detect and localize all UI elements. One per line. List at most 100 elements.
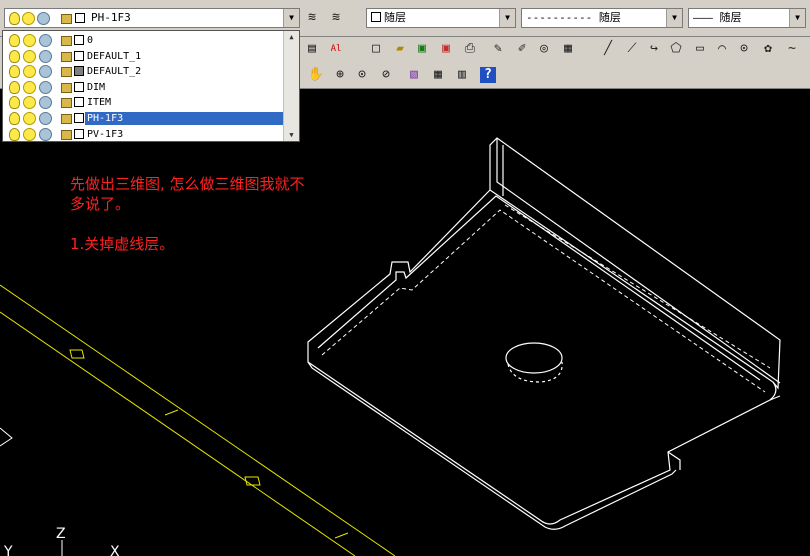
lightbulb-icon: [9, 34, 20, 47]
open-icon[interactable]: ▰: [390, 39, 410, 59]
layer-name: PH-1F3: [84, 111, 286, 126]
sun-icon: [23, 127, 36, 141]
spline-icon[interactable]: ∼: [782, 39, 802, 59]
linetype-sample: ----------: [526, 11, 593, 24]
lightbulb-icon: [9, 80, 20, 94]
globe-icon: [39, 112, 52, 125]
layer-color-swatch: [74, 50, 84, 61]
chevron-down-icon[interactable]: ▼: [283, 9, 299, 27]
zoom-window-icon[interactable]: ⊙: [352, 65, 372, 85]
layer-name: DEFAULT_1: [87, 50, 142, 62]
zoom-previous-icon[interactable]: ⊘: [376, 65, 396, 85]
help-icon[interactable]: ?: [480, 67, 496, 83]
layer-row[interactable]: PH-1F3: [3, 111, 286, 126]
all-dim-icon[interactable]: Al: [326, 39, 346, 59]
sun-icon: [23, 49, 36, 63]
save-as-icon[interactable]: ▣: [436, 39, 456, 59]
layer-row[interactable]: ITEM: [3, 95, 285, 110]
scroll-down-icon[interactable]: ▼: [284, 129, 299, 141]
polyline-icon[interactable]: ↪: [644, 39, 664, 59]
yellow-rail: [0, 284, 396, 556]
brush-icon[interactable]: ✎: [488, 39, 508, 59]
layer-color-swatch: [74, 128, 84, 139]
lock-icon: [61, 114, 72, 124]
print-icon[interactable]: ⎙: [460, 39, 480, 59]
zoom-realtime-icon[interactable]: ⊕: [330, 65, 350, 85]
design-center-icon[interactable]: ▦: [428, 65, 448, 85]
chevron-down-icon[interactable]: ▼: [789, 9, 805, 27]
dimension-style-icon[interactable]: ▤: [302, 39, 322, 59]
lightbulb-icon: [9, 96, 20, 110]
layer-name: DIM: [87, 81, 106, 93]
scroll-up-icon[interactable]: ▲: [284, 31, 299, 43]
pan-icon[interactable]: ✋: [306, 65, 326, 85]
lineweight-sample: ———: [693, 11, 713, 24]
lightbulb-icon: [9, 65, 20, 79]
rectangle-icon[interactable]: ▭: [690, 39, 710, 59]
line-icon[interactable]: ╱: [598, 39, 618, 59]
layer-dropdown-list[interactable]: 0 DEFAULT_1 DEFAULT_2 DIM ITEM PH-1F3 PV-1F3 ▲…: [2, 30, 300, 142]
layer-color-swatch: [74, 35, 84, 45]
polygon-icon[interactable]: ⬠: [666, 39, 686, 59]
layer-row[interactable]: 0: [3, 33, 285, 48]
lightbulb-icon: [9, 127, 20, 141]
globe-icon: [39, 65, 52, 79]
lock-icon: [61, 51, 72, 62]
lineweight-value: 随层: [719, 11, 742, 24]
current-layer-name: PH-1F3: [91, 11, 131, 24]
annotation-line-2: 1.关掉虚线层。: [70, 235, 175, 253]
partial-edge-shape: [0, 427, 13, 447]
new-icon[interactable]: □: [366, 39, 386, 59]
lightbulb-icon: [9, 112, 20, 125]
circle-icon[interactable]: ⊙: [734, 39, 754, 59]
lock-icon: [61, 98, 72, 109]
layer-row[interactable]: DIM: [3, 80, 285, 95]
cloud-icon[interactable]: ✿: [758, 39, 778, 59]
pencil-icon[interactable]: ✐: [512, 39, 532, 59]
make-layer-current-icon[interactable]: ≋: [302, 8, 322, 28]
calculator-icon[interactable]: ▦: [558, 39, 578, 59]
dashed-hidden-lines: [321, 204, 771, 393]
globe-icon: [39, 34, 52, 47]
arc-icon[interactable]: ⌒: [712, 39, 732, 59]
linetype-combo[interactable]: ---------- 随层 ▼: [521, 8, 683, 28]
layer-row[interactable]: DEFAULT_1: [3, 49, 285, 64]
properties-icon[interactable]: ▧: [404, 65, 424, 85]
tool-palettes-icon[interactable]: ▥: [452, 65, 472, 85]
linetype-value: 随层: [598, 11, 621, 24]
layer-row[interactable]: DEFAULT_2: [3, 64, 285, 79]
layer-color-swatch: [74, 66, 84, 77]
lock-icon: [61, 36, 72, 46]
color-swatch: [371, 12, 381, 22]
layer-name: ITEM: [87, 97, 112, 109]
sun-icon: [22, 12, 35, 25]
layer-name: 0: [87, 35, 94, 46]
layer-combo[interactable]: PH-1F3 ▼: [4, 8, 300, 28]
save-icon[interactable]: ▣: [412, 39, 432, 59]
color-combo[interactable]: 随层 ▼: [366, 8, 516, 28]
dropdown-scrollbar[interactable]: ▲ ▼: [283, 31, 299, 141]
sun-icon: [23, 80, 36, 94]
chevron-down-icon[interactable]: ▼: [666, 9, 682, 27]
3d-plate-model: [307, 137, 781, 530]
layer-color-swatch: [74, 81, 84, 92]
layer-color-swatch: [74, 113, 84, 123]
layer-row[interactable]: PV-1F3: [3, 127, 285, 142]
construction-line-icon[interactable]: ⟋: [622, 39, 642, 59]
sun-icon: [23, 34, 36, 47]
annotation-text: 先做出三维图, 怎么做三维图我就不多说了。 1.关掉虚线层。: [70, 174, 310, 254]
sun-icon: [23, 112, 36, 125]
color-value: 随层: [384, 11, 406, 24]
globe-icon: [39, 127, 52, 141]
sun-icon: [23, 65, 36, 79]
lock-icon: [61, 82, 72, 93]
target-icon[interactable]: ◎: [534, 39, 554, 59]
layer-previous-icon[interactable]: ≋: [326, 8, 346, 28]
globe-icon: [39, 80, 52, 94]
lineweight-combo[interactable]: ——— 随层 ▼: [688, 8, 806, 28]
chevron-down-icon[interactable]: ▼: [499, 9, 515, 27]
layer-color-swatch: [75, 13, 85, 23]
annotation-line-1: 先做出三维图, 怎么做三维图我就不多说了。: [70, 175, 305, 213]
layer-name: PV-1F3: [87, 128, 124, 140]
lock-icon: [61, 14, 72, 24]
